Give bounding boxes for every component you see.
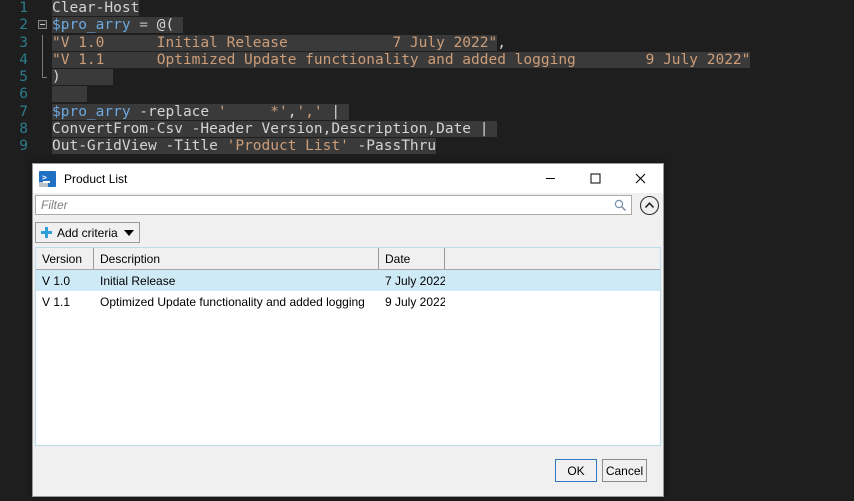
criteria-row: Add criteria [33,219,663,247]
code-token: @( [156,17,175,34]
cancel-button[interactable]: Cancel [602,459,647,482]
code-text: Clear-Host [52,0,140,17]
table-row[interactable]: V 1.1 Optimized Update functionality and … [36,291,660,312]
line-number: 9 [19,138,28,155]
add-criteria-button[interactable]: Add criteria [35,222,140,243]
code-line[interactable]: 8 ConvertFrom-Csv -Header Version,Descrip… [0,121,854,138]
code-token: Out-GridView [52,138,157,155]
code-text: ) [52,69,114,86]
table-cell: Optimized Update functionality and added… [100,294,365,309]
code-token: -replace [130,103,218,120]
magnifier-icon[interactable] [614,199,627,212]
code-token: | [322,103,341,120]
results-grid[interactable]: Version Description Date V 1.0 Initial Rele… [35,247,661,446]
chevron-up-circle-icon[interactable] [639,195,660,216]
dialog-footer: OK Cancel [33,448,663,496]
code-token: 'Product List' [226,138,349,155]
code-line[interactable]: 5) [0,69,854,86]
caret-down-icon [123,229,134,236]
grid-column-header[interactable]: Date [379,248,445,269]
ok-button[interactable]: OK [555,459,597,482]
code-text: $pro_arry -replace ' *',',' | [52,103,349,121]
close-button[interactable] [618,164,663,193]
grid-body: V 1.0 Initial Release 7 July 2022 V 1.1 Opti… [36,270,660,312]
code-token: -PassThru [348,138,437,155]
code-token: $pro_arry [52,103,131,120]
code-text: "V 1.0 Initial Release 7 July 2022", [52,34,506,52]
table-cell: V 1.0 [42,273,71,288]
code-token: ConvertFrom-Csv [52,121,183,138]
grid-column-header[interactable]: Description [94,248,379,269]
table-cell: Initial Release [100,273,176,288]
out-gridview-dialog: > Product List Filter Add criteria Versi… [32,163,664,497]
code-line[interactable]: 2 $pro_arry = @( [0,17,854,34]
grid-column-header[interactable]: Version [36,248,94,269]
line-number: 5 [19,69,28,86]
maximize-button[interactable] [573,164,618,193]
code-token: ',' [296,103,323,120]
grid-column-header[interactable] [445,248,660,269]
window-controls [528,164,663,193]
code-token: "V 1.1 Optimized Update functionality an… [52,51,751,68]
code-token [488,121,498,138]
code-token [174,17,183,34]
line-number: 2 [19,17,28,34]
code-text: ConvertFrom-Csv -Header Version,Descript… [52,121,498,138]
line-number: 3 [19,34,28,51]
code-line[interactable]: 6 [0,86,854,103]
line-number: 4 [19,51,28,68]
dialog-title: Product List [64,171,128,186]
filter-input[interactable]: Filter [35,195,632,215]
line-number: 8 [19,121,28,138]
code-token: , [497,34,506,51]
code-line[interactable]: 7 $pro_arry -replace ' *',',' | [0,103,854,121]
code-token: "V 1.0 Initial Release 7 July 2022" [52,34,498,51]
code-token [52,86,87,103]
code-text [52,86,87,103]
table-row[interactable]: V 1.0 Initial Release 7 July 2022 [36,270,660,291]
code-line[interactable]: 9 Out-GridView -Title 'Product List' -Pas… [0,138,854,155]
code-token: -Header Version,Description,Date | [182,121,489,138]
code-token [60,69,114,86]
grid-header-row: Version Description Date [36,248,660,270]
code-text: $pro_arry = @( [52,17,183,34]
filter-row: Filter [33,193,663,219]
code-token: = [130,17,157,34]
code-text: Out-GridView -Title 'Product List' -Pass… [52,138,437,155]
code-token: ' *' [217,103,288,120]
dialog-titlebar[interactable]: > Product List [33,164,663,193]
code-line[interactable]: 1 Clear-Host [0,0,854,17]
code-text: "V 1.1 Optimized Update functionality an… [52,51,751,69]
code-token: $pro_arry [52,17,131,34]
powershell-icon: > [39,170,56,187]
table-cell: V 1.1 [42,294,71,309]
code-line[interactable]: 3 "V 1.0 Initial Release 7 July 2022", [0,34,854,52]
filter-placeholder: Filter [41,198,68,212]
minimize-button[interactable] [528,164,573,193]
table-cell: 9 July 2022 [385,294,445,309]
code-token: Clear-Host [52,0,140,16]
code-token [340,103,349,120]
fold-guide-line [38,51,50,70]
code-token: -Title [156,138,227,155]
plus-icon [41,227,52,238]
fold-guide-line [38,34,50,52]
fold-guide-end [38,69,50,86]
line-number: 7 [19,103,28,120]
add-criteria-label: Add criteria [57,225,118,240]
line-number: 6 [19,86,28,103]
code-token: ) [52,69,61,86]
line-number: 1 [19,0,28,16]
fold-toggle-icon[interactable] [38,17,50,34]
table-cell: 7 July 2022 [385,273,445,288]
code-line[interactable]: 4 "V 1.1 Optimized Update functionality a… [0,51,854,70]
